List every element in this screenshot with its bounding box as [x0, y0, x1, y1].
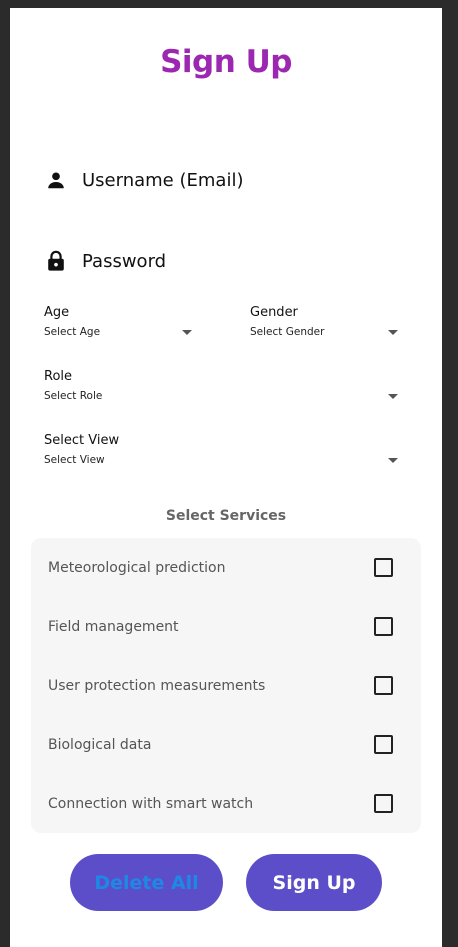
view-dropdown[interactable]: Select View Select View: [44, 433, 402, 466]
service-checkbox[interactable]: [374, 558, 393, 577]
service-label: User protection measurements: [48, 677, 266, 694]
gender-dropdown[interactable]: Gender Select Gender: [250, 305, 402, 338]
arrow-drop-down-icon: [388, 393, 398, 399]
person-icon: [45, 168, 67, 192]
sign-up-button[interactable]: Sign Up: [246, 854, 382, 911]
username-field[interactable]: Username (Email): [45, 165, 415, 195]
signup-screen: Sign Up Username (Email) Password Age Se…: [10, 8, 442, 947]
top-bezel: [0, 0, 458, 8]
lock-icon: [45, 249, 67, 273]
service-label: Biological data: [48, 736, 152, 753]
view-value: Select View: [44, 454, 105, 466]
service-checkbox[interactable]: [374, 794, 393, 813]
service-label: Field management: [48, 618, 179, 635]
username-label: Username (Email): [82, 169, 244, 191]
gender-label: Gender: [250, 305, 298, 320]
service-checkbox[interactable]: [374, 735, 393, 754]
gender-value: Select Gender: [250, 326, 325, 338]
service-item-smart-watch[interactable]: Connection with smart watch: [31, 774, 421, 833]
delete-all-button[interactable]: Delete All: [70, 854, 223, 911]
service-item-biological-data[interactable]: Biological data: [31, 715, 421, 774]
arrow-drop-down-icon: [388, 457, 398, 463]
arrow-drop-down-icon: [388, 329, 398, 335]
service-checkbox[interactable]: [374, 676, 393, 695]
age-value: Select Age: [44, 326, 101, 338]
service-label: Connection with smart watch: [48, 795, 254, 812]
role-dropdown[interactable]: Role Select Role: [44, 369, 402, 402]
role-value: Select Role: [44, 390, 103, 402]
age-label: Age: [44, 305, 70, 320]
password-field[interactable]: Password: [45, 246, 415, 276]
service-checkbox[interactable]: [374, 617, 393, 636]
role-label: Role: [44, 369, 73, 384]
age-dropdown[interactable]: Age Select Age: [44, 305, 196, 338]
view-label: Select View: [44, 433, 120, 448]
arrow-drop-down-icon: [182, 329, 192, 335]
page-title: Sign Up: [160, 44, 292, 80]
services-list: Meteorological prediction Field manageme…: [31, 538, 421, 833]
service-item-user-protection[interactable]: User protection measurements: [31, 656, 421, 715]
service-item-meteorological-prediction[interactable]: Meteorological prediction: [31, 538, 421, 597]
password-label: Password: [82, 250, 167, 272]
services-title: Select Services: [165, 508, 287, 524]
service-label: Meteorological prediction: [48, 559, 226, 576]
service-item-field-management[interactable]: Field management: [31, 597, 421, 656]
